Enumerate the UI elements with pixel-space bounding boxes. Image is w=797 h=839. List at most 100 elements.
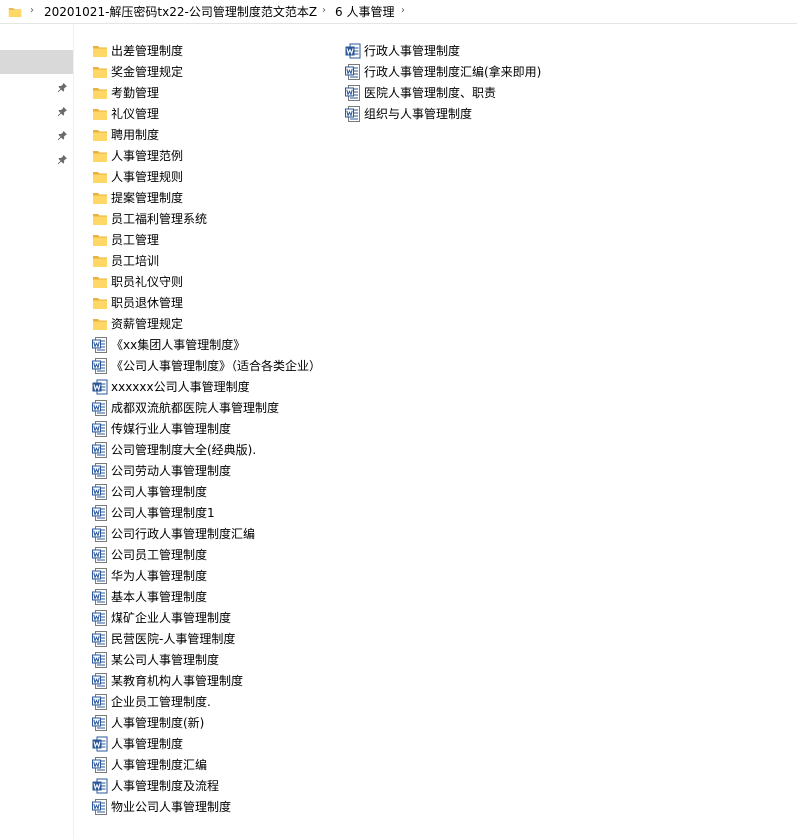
- file-item[interactable]: 组织与人事管理制度: [345, 103, 585, 124]
- file-item[interactable]: 公司行政人事管理制度汇编: [92, 523, 342, 544]
- word-doc-icon: [92, 609, 107, 626]
- pin-icon[interactable]: [57, 82, 68, 93]
- folder-item[interactable]: 出差管理制度: [92, 40, 342, 61]
- file-name-label: 职员礼仪守则: [111, 274, 184, 289]
- file-explorer-window: › 20201021-解压密码tx22-公司管理制度范文范本Z › 6 人事管理…: [0, 0, 797, 839]
- file-name-label: 企业员工管理制度.: [111, 694, 211, 709]
- word-doc-icon: [92, 567, 107, 584]
- folder-item[interactable]: 聘用制度: [92, 124, 342, 145]
- word-doc-icon: [92, 525, 107, 542]
- file-name-label: 基本人事管理制度: [111, 589, 208, 604]
- file-name-label: 考勤管理: [111, 85, 160, 100]
- file-name-label: 组织与人事管理制度: [364, 106, 473, 121]
- folder-item[interactable]: 员工管理: [92, 229, 342, 250]
- file-name-label: 奖金管理规定: [111, 64, 184, 79]
- word-doc-icon: [92, 399, 107, 416]
- file-item[interactable]: 《公司人事管理制度》（适合各类企业）: [92, 355, 342, 376]
- file-name-label: 行政人事管理制度汇编(拿来即用): [364, 64, 542, 79]
- folder-item[interactable]: 人事管理规则: [92, 166, 342, 187]
- file-name-label: 人事管理制度及流程: [111, 778, 220, 793]
- folder-item[interactable]: 考勤管理: [92, 82, 342, 103]
- file-item[interactable]: 人事管理制度: [92, 733, 342, 754]
- file-item[interactable]: xxxxxx公司人事管理制度: [92, 376, 342, 397]
- word-doc-icon: [92, 546, 107, 563]
- file-item[interactable]: 民营医院-人事管理制度: [92, 628, 342, 649]
- folder-icon: [93, 66, 107, 78]
- file-item[interactable]: 公司员工管理制度: [92, 544, 342, 565]
- file-item[interactable]: 企业员工管理制度.: [92, 691, 342, 712]
- file-name-label: 员工福利管理系统: [111, 211, 208, 226]
- file-name-label: 人事管理制度汇编: [111, 757, 208, 772]
- word-doc-icon: [92, 588, 107, 605]
- file-item[interactable]: 人事管理制度(新): [92, 712, 342, 733]
- file-item[interactable]: 基本人事管理制度: [92, 586, 342, 607]
- word-doc-icon: [92, 441, 107, 458]
- folder-item[interactable]: 职员退休管理: [92, 292, 342, 313]
- file-name-label: 人事管理制度(新): [111, 715, 205, 730]
- file-name-label: 人事管理制度: [111, 736, 184, 751]
- file-item[interactable]: 某公司人事管理制度: [92, 649, 342, 670]
- pin-icon[interactable]: [57, 106, 68, 117]
- breadcrumb-separator-icon[interactable]: ›: [30, 4, 34, 18]
- file-name-label: xxxxxx公司人事管理制度: [111, 379, 250, 394]
- file-name-label: 资薪管理规定: [111, 316, 184, 331]
- folder-item[interactable]: 员工福利管理系统: [92, 208, 342, 229]
- file-name-label: 行政人事管理制度: [364, 43, 461, 58]
- file-item[interactable]: 行政人事管理制度: [345, 40, 585, 61]
- file-item[interactable]: 华为人事管理制度: [92, 565, 342, 586]
- file-name-label: 人事管理规则: [111, 169, 184, 184]
- pin-icon[interactable]: [57, 154, 68, 165]
- file-item[interactable]: 公司人事管理制度: [92, 481, 342, 502]
- pin-icon[interactable]: [57, 130, 68, 141]
- nav-item-selected[interactable]: [0, 50, 73, 74]
- file-item[interactable]: 《xx集团人事管理制度》: [92, 334, 342, 355]
- file-item[interactable]: 公司管理制度大全(经典版).: [92, 439, 342, 460]
- folder-icon: [93, 129, 107, 141]
- file-item[interactable]: 行政人事管理制度汇编(拿来即用): [345, 61, 585, 82]
- file-item[interactable]: 公司人事管理制度1: [92, 502, 342, 523]
- address-bar[interactable]: › 20201021-解压密码tx22-公司管理制度范文范本Z › 6 人事管理…: [0, 0, 797, 24]
- file-item[interactable]: 医院人事管理制度、职责: [345, 82, 585, 103]
- folder-icon: [8, 8, 22, 17]
- file-item[interactable]: 煤矿企业人事管理制度: [92, 607, 342, 628]
- file-item[interactable]: 传媒行业人事管理制度: [92, 418, 342, 439]
- breadcrumb-item-current[interactable]: 6 人事管理: [335, 4, 394, 20]
- folder-item[interactable]: 人事管理范例: [92, 145, 342, 166]
- folder-icon: [93, 150, 107, 162]
- word-docx-icon: [92, 736, 108, 751]
- file-item[interactable]: 公司劳动人事管理制度: [92, 460, 342, 481]
- folder-item[interactable]: 员工培训: [92, 250, 342, 271]
- folder-item[interactable]: 资薪管理规定: [92, 313, 342, 334]
- word-doc-icon: [92, 714, 107, 731]
- file-list: 出差管理制度奖金管理规定 考勤管理礼仪管理聘用制度人事管理范例人事管理规则提案管理…: [74, 24, 797, 839]
- word-doc-icon: [92, 357, 107, 374]
- word-doc-icon: [92, 630, 107, 647]
- file-name-label: 公司劳动人事管理制度: [111, 463, 232, 478]
- breadcrumb-separator-icon[interactable]: ›: [322, 4, 326, 18]
- folder-item[interactable]: 职员礼仪守则: [92, 271, 342, 292]
- navigation-pane: [0, 24, 74, 839]
- word-docx-icon: [92, 379, 108, 394]
- breadcrumb-item-parent[interactable]: 20201021-解压密码tx22-公司管理制度范文范本Z: [44, 4, 317, 20]
- file-name-label: 医院人事管理制度、职责: [364, 85, 497, 100]
- file-name-label: 职员退休管理: [111, 295, 184, 310]
- folder-item[interactable]: 奖金管理规定: [92, 61, 342, 82]
- file-name-label: 聘用制度: [111, 127, 160, 142]
- folder-icon: [93, 318, 107, 330]
- file-item[interactable]: 人事管理制度汇编: [92, 754, 342, 775]
- file-name-label: 物业公司人事管理制度: [111, 799, 232, 814]
- folder-item[interactable]: 礼仪管理: [92, 103, 342, 124]
- breadcrumb-separator-icon[interactable]: ›: [401, 4, 405, 18]
- folder-item[interactable]: 提案管理制度: [92, 187, 342, 208]
- file-item[interactable]: 某教育机构人事管理制度: [92, 670, 342, 691]
- file-item[interactable]: 成都双流航都医院人事管理制度: [92, 397, 342, 418]
- word-doc-icon: [345, 105, 360, 122]
- file-name-label: 公司人事管理制度1: [111, 505, 215, 520]
- file-item[interactable]: 人事管理制度及流程: [92, 775, 342, 796]
- file-name-label: 公司管理制度大全(经典版).: [111, 442, 257, 457]
- folder-icon: [93, 234, 107, 246]
- file-name-label: 华为人事管理制度: [111, 568, 208, 583]
- file-item[interactable]: 物业公司人事管理制度: [92, 796, 342, 817]
- folder-icon: [93, 108, 107, 120]
- word-docx-icon: [92, 778, 108, 793]
